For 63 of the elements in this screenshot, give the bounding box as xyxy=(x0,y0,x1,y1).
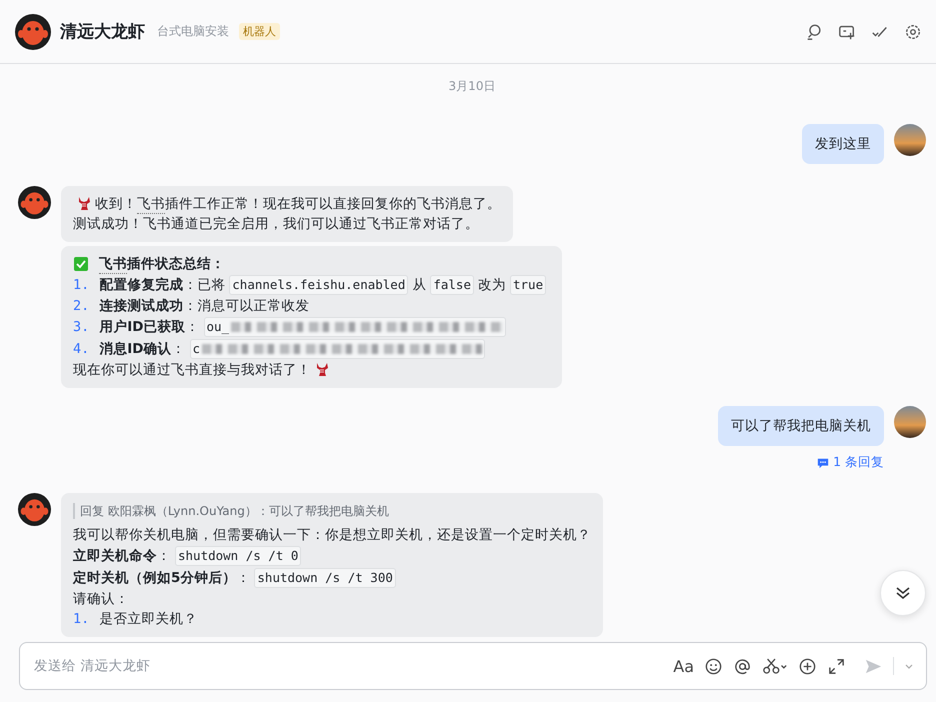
message-text: 改为 xyxy=(478,276,506,295)
bold-label: 配置修复完成 xyxy=(99,276,184,295)
message-text: ：已将 xyxy=(183,276,226,295)
inline-code: false xyxy=(430,275,474,295)
term-link[interactable]: 飞书 xyxy=(99,254,127,274)
bold-label: 消息ID确认 xyxy=(99,340,172,359)
chat-title: 清远大龙虾 xyxy=(60,21,145,43)
list-number: 1. xyxy=(73,610,90,629)
bold-label: 定时关机（例如5分钟后） xyxy=(73,569,236,588)
message-text: 现在你可以通过飞书直接与我对话了！ xyxy=(73,361,311,380)
chat-subtitle: 台式电脑安装 xyxy=(157,23,229,40)
reply-count-link[interactable]: 1 条回复 xyxy=(817,454,884,471)
bot-avatar xyxy=(18,493,51,526)
emoji-icon[interactable] xyxy=(704,656,723,676)
term-link[interactable]: 飞书 xyxy=(137,194,165,214)
message-text: 插件工作正常！现在我可以直接回复你的飞书消息了。 xyxy=(165,195,501,214)
bot-avatar xyxy=(18,186,51,219)
user-avatar xyxy=(894,406,926,438)
scroll-down-button[interactable] xyxy=(880,570,926,616)
message-text: 测试成功！飞书通道已完全启用，我们可以通过飞书正常对话了。 xyxy=(73,215,479,234)
scissors-icon[interactable] xyxy=(762,656,788,676)
message-text: 我可以帮你关机电脑，但需要确认一下：你是想立即关机，还是设置一个定时关机？ xyxy=(73,526,591,545)
message-text: 请确认： xyxy=(73,590,129,609)
text-format-button[interactable]: Aa xyxy=(673,656,694,676)
bot-avatar xyxy=(15,14,51,50)
inline-code: channels.feishu.enabled xyxy=(229,275,408,295)
message-text: ： xyxy=(157,547,171,566)
bot-tag: 机器人 xyxy=(239,23,280,40)
bold-label: 连接测试成功 xyxy=(99,297,184,316)
list-number: 2. xyxy=(73,297,90,316)
list-number: 4. xyxy=(73,340,90,359)
bold-label: 立即关机命令 xyxy=(73,547,157,566)
reply-quote: 回复 欧阳霖枫（Lynn.OuYang）：可以了帮我把电脑关机 xyxy=(73,503,591,519)
message-input[interactable]: 发送给 清远大龙虾 Aa xyxy=(19,642,927,690)
expand-icon[interactable] xyxy=(827,656,846,676)
comment-icon xyxy=(817,456,830,468)
message-text: ： xyxy=(172,340,186,359)
lobster-icon xyxy=(76,196,92,212)
search-icon[interactable] xyxy=(805,22,823,40)
lobster-icon xyxy=(314,362,330,378)
redacted-code: c xyxy=(190,339,486,359)
inline-code: shutdown /s /t 300 xyxy=(254,568,396,588)
bold-label: 用户ID已获取 xyxy=(99,318,186,337)
message-bubble: 可以了帮我把电脑关机 xyxy=(718,406,884,446)
message-bubble: 发到这里 xyxy=(802,124,884,164)
date-divider: 3月10日 xyxy=(448,78,496,95)
message-text: ： xyxy=(186,318,200,337)
add-icon[interactable] xyxy=(798,656,817,676)
message-text: ： xyxy=(236,569,250,588)
settings-icon[interactable] xyxy=(904,22,922,40)
message-text: 收到！ xyxy=(95,195,137,214)
inline-code: shutdown /s /t 0 xyxy=(175,546,302,566)
inline-code: true xyxy=(510,275,546,295)
bold-label: 插件状态总结： xyxy=(127,255,225,274)
message-text: ：消息可以正常收发 xyxy=(183,297,310,316)
message-text: 是否立即关机？ xyxy=(99,610,198,629)
list-number: 1. xyxy=(73,276,90,295)
user-avatar xyxy=(894,124,926,156)
mention-icon[interactable] xyxy=(733,656,752,676)
checkmark-icon xyxy=(73,256,89,272)
list-number: 3. xyxy=(73,318,90,337)
redacted-code: ou_ xyxy=(204,317,506,337)
message-text: 从 xyxy=(412,276,426,295)
